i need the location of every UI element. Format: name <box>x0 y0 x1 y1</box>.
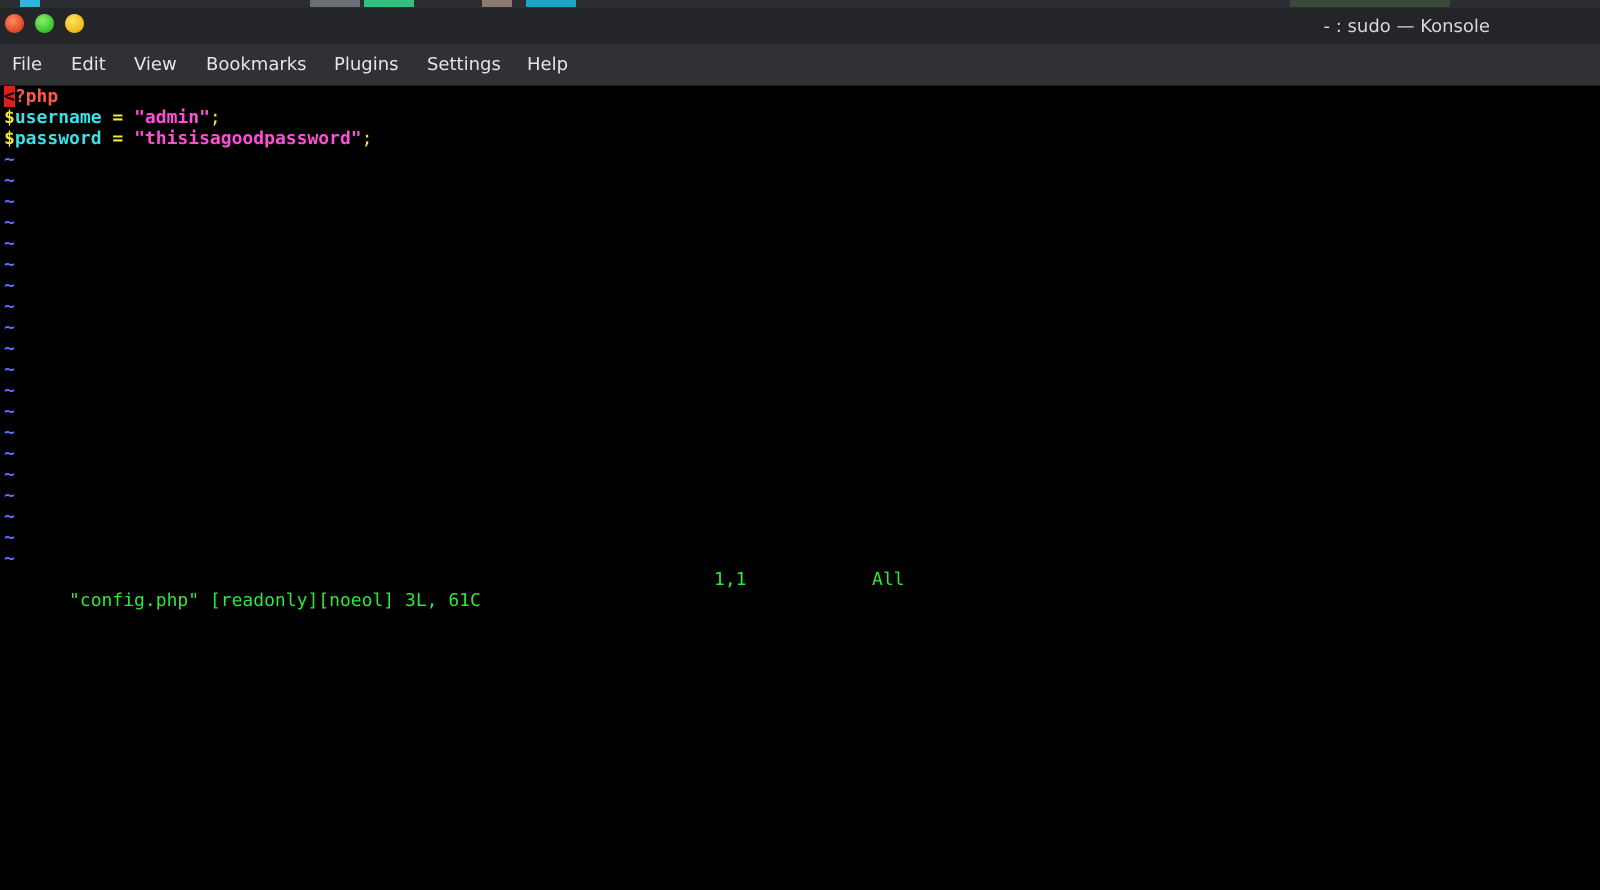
string-literal: "admin" <box>134 107 210 128</box>
scroll-indicator: All <box>872 569 905 590</box>
taskbar-app-icon[interactable] <box>20 0 40 7</box>
taskbar-task[interactable] <box>526 0 576 7</box>
code-line-3: $password = "thisisagoodpassword"; <box>4 128 372 149</box>
empty-line-marker: ~ <box>4 485 15 506</box>
system-monitor-widget <box>1290 0 1450 7</box>
variable-name: username <box>14 107 102 128</box>
cursor-position: 1,1 <box>714 569 747 590</box>
code-line-1: <?php <box>4 86 58 107</box>
statement-end: ; <box>209 107 221 128</box>
window-title: - : sudo — Konsole <box>1323 16 1490 37</box>
empty-line-marker: ~ <box>4 464 15 485</box>
variable-name: password <box>14 128 102 149</box>
empty-line-marker: ~ <box>4 422 15 443</box>
menu-edit[interactable]: Edit <box>71 54 106 75</box>
vim-statusline: "config.php" [readonly][noeol] 3L, 61C 1… <box>4 569 1594 611</box>
minimize-window-button[interactable] <box>35 14 54 33</box>
string-literal: "thisisagoodpassword" <box>134 128 362 149</box>
empty-line-marker: ~ <box>4 233 15 254</box>
statement-end: ; <box>361 128 373 149</box>
empty-line-marker: ~ <box>4 212 15 233</box>
menu-view[interactable]: View <box>134 54 177 75</box>
empty-line-marker: ~ <box>4 296 15 317</box>
code-line-2: $username = "admin"; <box>4 107 221 128</box>
empty-line-marker: ~ <box>4 548 15 569</box>
menubar: File Edit View Bookmarks Plugins Setting… <box>0 44 1600 86</box>
text-cursor: < <box>4 86 15 107</box>
desktop-screen: - : sudo — Konsole File Edit View Bookma… <box>0 0 1600 890</box>
empty-line-marker: ~ <box>4 317 15 338</box>
empty-line-marker: ~ <box>4 380 15 401</box>
php-open-tag: ?php <box>14 86 59 107</box>
variable-sigil: $ <box>4 128 15 149</box>
assign-operator: = <box>101 128 135 149</box>
empty-line-marker: ~ <box>4 254 15 275</box>
file-info: "config.php" [readonly][noeol] 3L, 61C <box>69 590 481 611</box>
menu-help[interactable]: Help <box>527 54 568 75</box>
variable-sigil: $ <box>4 107 15 128</box>
terminal-area[interactable]: <?php $username = "admin"; $password = "… <box>0 86 1600 890</box>
empty-line-marker: ~ <box>4 506 15 527</box>
menu-file[interactable]: File <box>12 54 42 75</box>
taskbar-task[interactable] <box>482 0 512 7</box>
empty-line-marker: ~ <box>4 170 15 191</box>
empty-line-marker: ~ <box>4 527 15 548</box>
close-window-button[interactable] <box>5 14 24 33</box>
menu-settings[interactable]: Settings <box>427 54 501 75</box>
taskbar-task[interactable] <box>364 0 414 7</box>
empty-line-marker: ~ <box>4 275 15 296</box>
assign-operator: = <box>101 107 135 128</box>
menu-plugins[interactable]: Plugins <box>334 54 398 75</box>
taskbar-task[interactable] <box>310 0 360 7</box>
empty-line-marker: ~ <box>4 191 15 212</box>
empty-line-marker: ~ <box>4 443 15 464</box>
empty-line-marker: ~ <box>4 401 15 422</box>
empty-line-marker: ~ <box>4 359 15 380</box>
empty-line-marker: ~ <box>4 149 15 170</box>
empty-line-marker: ~ <box>4 338 15 359</box>
maximize-window-button[interactable] <box>65 14 84 33</box>
window-titlebar[interactable]: - : sudo — Konsole <box>0 8 1600 44</box>
menu-bookmarks[interactable]: Bookmarks <box>206 54 307 75</box>
